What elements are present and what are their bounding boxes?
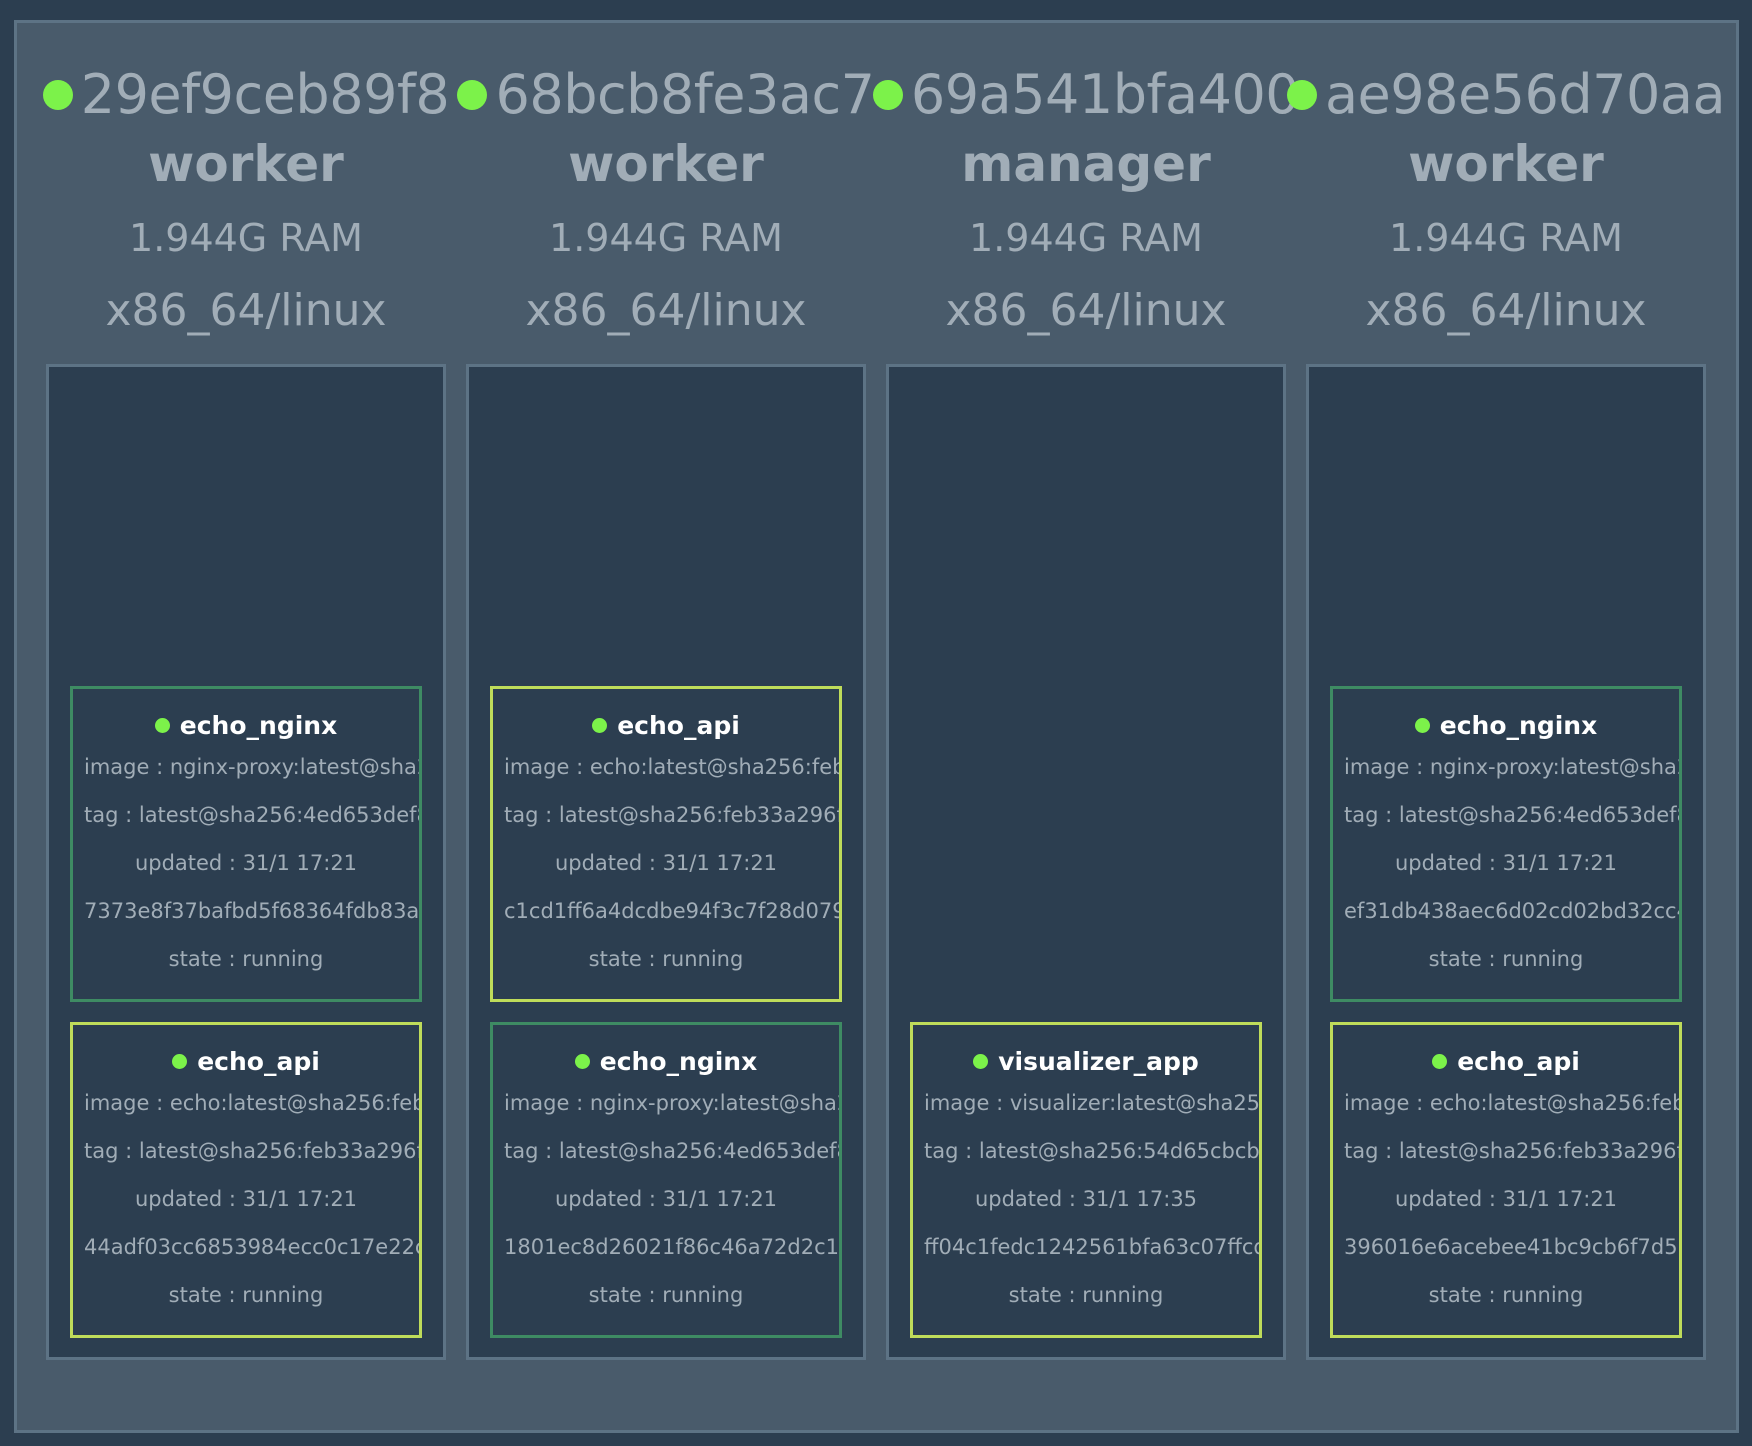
task-name: echo_nginx xyxy=(599,1046,758,1076)
node-task-container: echo_nginx image : nginx-proxy:latest@sh… xyxy=(46,364,446,1360)
node-role: worker xyxy=(1408,135,1604,193)
task-updated: updated : 31/1 17:21 xyxy=(554,1187,778,1211)
task-name: echo_api xyxy=(197,1046,320,1076)
node-task-container: echo_nginx image : nginx-proxy:latest@sh… xyxy=(1306,364,1706,1360)
node-status-icon xyxy=(42,79,73,110)
task-tag: tag : latest@sha256:4ed653def8cccc xyxy=(84,803,419,827)
task-tag: tag : latest@sha256:4ed653def8cccc xyxy=(504,1139,839,1163)
node-arch: x86_64/linux xyxy=(945,285,1227,336)
node-arch: x86_64/linux xyxy=(105,285,387,336)
node-ram: 1.944G RAM xyxy=(969,216,1203,260)
task-image: image : nginx-proxy:latest@sha256:4 xyxy=(84,755,419,779)
task-state: state : running xyxy=(1428,947,1584,971)
task-title: echo_api xyxy=(73,1043,419,1079)
node-card: 29ef9ceb89f8 worker 1.944G RAM x86_64/li… xyxy=(42,23,450,1388)
node-role: worker xyxy=(568,135,764,193)
task-tag: tag : latest@sha256:54d65cbcbff52e xyxy=(924,1139,1260,1163)
task-state: state : running xyxy=(1008,1283,1164,1307)
node-arch: x86_64/linux xyxy=(1365,285,1647,336)
task-name: visualizer_app xyxy=(998,1046,1199,1076)
task-container-id: 1801ec8d26021f86c46a72d2c1854a1 xyxy=(504,1235,839,1259)
task-state: state : running xyxy=(168,947,324,971)
task-status-icon xyxy=(574,1053,590,1069)
task-status-icon xyxy=(1432,1053,1448,1069)
task-container-id: ff04c1fedc1242561bfa63c07ffcd340 xyxy=(924,1235,1259,1259)
task-title: echo_api xyxy=(1333,1043,1679,1079)
task-card-echo-nginx[interactable]: echo_nginx image : nginx-proxy:latest@sh… xyxy=(490,1022,842,1338)
task-state: state : running xyxy=(168,1283,324,1307)
node-id: 29ef9ceb89f8 xyxy=(42,63,450,126)
task-container-id: 7373e8f37bafbd5f68364fdb83a3c27 xyxy=(84,899,420,923)
task-name: echo_api xyxy=(1457,1046,1580,1076)
node-id: 69a541bfa400 xyxy=(872,63,1300,126)
node-arch: x86_64/linux xyxy=(525,285,807,336)
node-id-text: ae98e56d70aa xyxy=(1324,63,1726,126)
task-status-icon xyxy=(973,1053,989,1069)
task-title: echo_nginx xyxy=(73,707,419,743)
node-status-icon xyxy=(1286,79,1317,110)
task-card-visualizer-app[interactable]: visualizer_app image : visualizer:latest… xyxy=(910,1022,1262,1338)
task-updated: updated : 31/1 17:21 xyxy=(134,1187,358,1211)
task-status-icon xyxy=(172,1053,188,1069)
task-name: echo_nginx xyxy=(1439,710,1598,740)
node-status-icon xyxy=(872,79,903,110)
task-name: echo_nginx xyxy=(179,710,338,740)
task-container-id: 396016e6acebee41bc9cb6f7d519a8 xyxy=(1344,1235,1679,1259)
node-card: 69a541bfa400 manager 1.944G RAM x86_64/l… xyxy=(872,23,1300,1388)
task-card-echo-api[interactable]: echo_api image : echo:latest@sha256:feb3… xyxy=(1330,1022,1682,1338)
task-card-echo-api[interactable]: echo_api image : echo:latest@sha256:feb3… xyxy=(70,1022,422,1338)
swarm-cluster: 29ef9ceb89f8 worker 1.944G RAM x86_64/li… xyxy=(14,20,1739,1433)
node-role: worker xyxy=(148,135,344,193)
task-state: state : running xyxy=(1428,1283,1584,1307)
task-tag: tag : latest@sha256:feb33a296fcab7 xyxy=(504,803,842,827)
task-title: echo_nginx xyxy=(1333,707,1679,743)
node-id-text: 29ef9ceb89f8 xyxy=(80,63,450,126)
task-title: visualizer_app xyxy=(913,1043,1259,1079)
task-image: image : nginx-proxy:latest@sha256:4 xyxy=(504,1091,839,1115)
task-container-id: ef31db438aec6d02cd02bd32cc41652 xyxy=(1344,899,1679,923)
task-status-icon xyxy=(154,717,170,733)
task-image: image : nginx-proxy:latest@sha256:4 xyxy=(1344,755,1679,779)
task-image: image : echo:latest@sha256:feb33a2 xyxy=(504,755,839,779)
node-id: ae98e56d70aa xyxy=(1286,63,1726,126)
task-name: echo_api xyxy=(617,710,740,740)
task-updated: updated : 31/1 17:21 xyxy=(134,851,358,875)
node-id: 68bcb8fe3ac7 xyxy=(457,63,875,126)
node-ram: 1.944G RAM xyxy=(129,216,363,260)
task-card-echo-nginx[interactable]: echo_nginx image : nginx-proxy:latest@sh… xyxy=(70,686,422,1002)
task-card-echo-nginx[interactable]: echo_nginx image : nginx-proxy:latest@sh… xyxy=(1330,686,1682,1002)
node-ram: 1.944G RAM xyxy=(549,216,783,260)
task-tag: tag : latest@sha256:feb33a296fcab7 xyxy=(84,1139,422,1163)
task-title: echo_api xyxy=(493,707,839,743)
task-updated: updated : 31/1 17:35 xyxy=(974,1187,1198,1211)
node-task-container: visualizer_app image : visualizer:latest… xyxy=(886,364,1286,1360)
task-tag: tag : latest@sha256:feb33a296fcab7 xyxy=(1344,1139,1682,1163)
task-updated: updated : 31/1 17:21 xyxy=(1394,851,1618,875)
task-container-id: 44adf03cc6853984ecc0c17e22c9e30 xyxy=(84,1235,422,1259)
task-tag: tag : latest@sha256:4ed653def8cccc xyxy=(1344,803,1679,827)
node-card: ae98e56d70aa worker 1.944G RAM x86_64/li… xyxy=(1286,23,1726,1388)
node-card: 68bcb8fe3ac7 worker 1.944G RAM x86_64/li… xyxy=(457,23,875,1388)
task-image: image : echo:latest@sha256:feb33a2 xyxy=(1344,1091,1679,1115)
node-status-icon xyxy=(457,79,488,110)
task-container-id: c1cd1ff6a4dcdbe94f3c7f28d0794000 xyxy=(504,899,842,923)
node-id-text: 68bcb8fe3ac7 xyxy=(495,63,875,126)
task-status-icon xyxy=(1414,717,1430,733)
task-title: echo_nginx xyxy=(493,1043,839,1079)
task-card-echo-api[interactable]: echo_api image : echo:latest@sha256:feb3… xyxy=(490,686,842,1002)
task-updated: updated : 31/1 17:21 xyxy=(1394,1187,1618,1211)
node-ram: 1.944G RAM xyxy=(1389,216,1623,260)
node-role: manager xyxy=(961,135,1211,193)
task-state: state : running xyxy=(588,1283,744,1307)
node-task-container: echo_api image : echo:latest@sha256:feb3… xyxy=(466,364,866,1360)
task-state: state : running xyxy=(588,947,744,971)
task-status-icon xyxy=(592,717,608,733)
task-updated: updated : 31/1 17:21 xyxy=(554,851,778,875)
task-image: image : echo:latest@sha256:feb33a2 xyxy=(84,1091,419,1115)
node-id-text: 69a541bfa400 xyxy=(910,63,1300,126)
task-image: image : visualizer:latest@sha256:54d xyxy=(924,1091,1261,1115)
